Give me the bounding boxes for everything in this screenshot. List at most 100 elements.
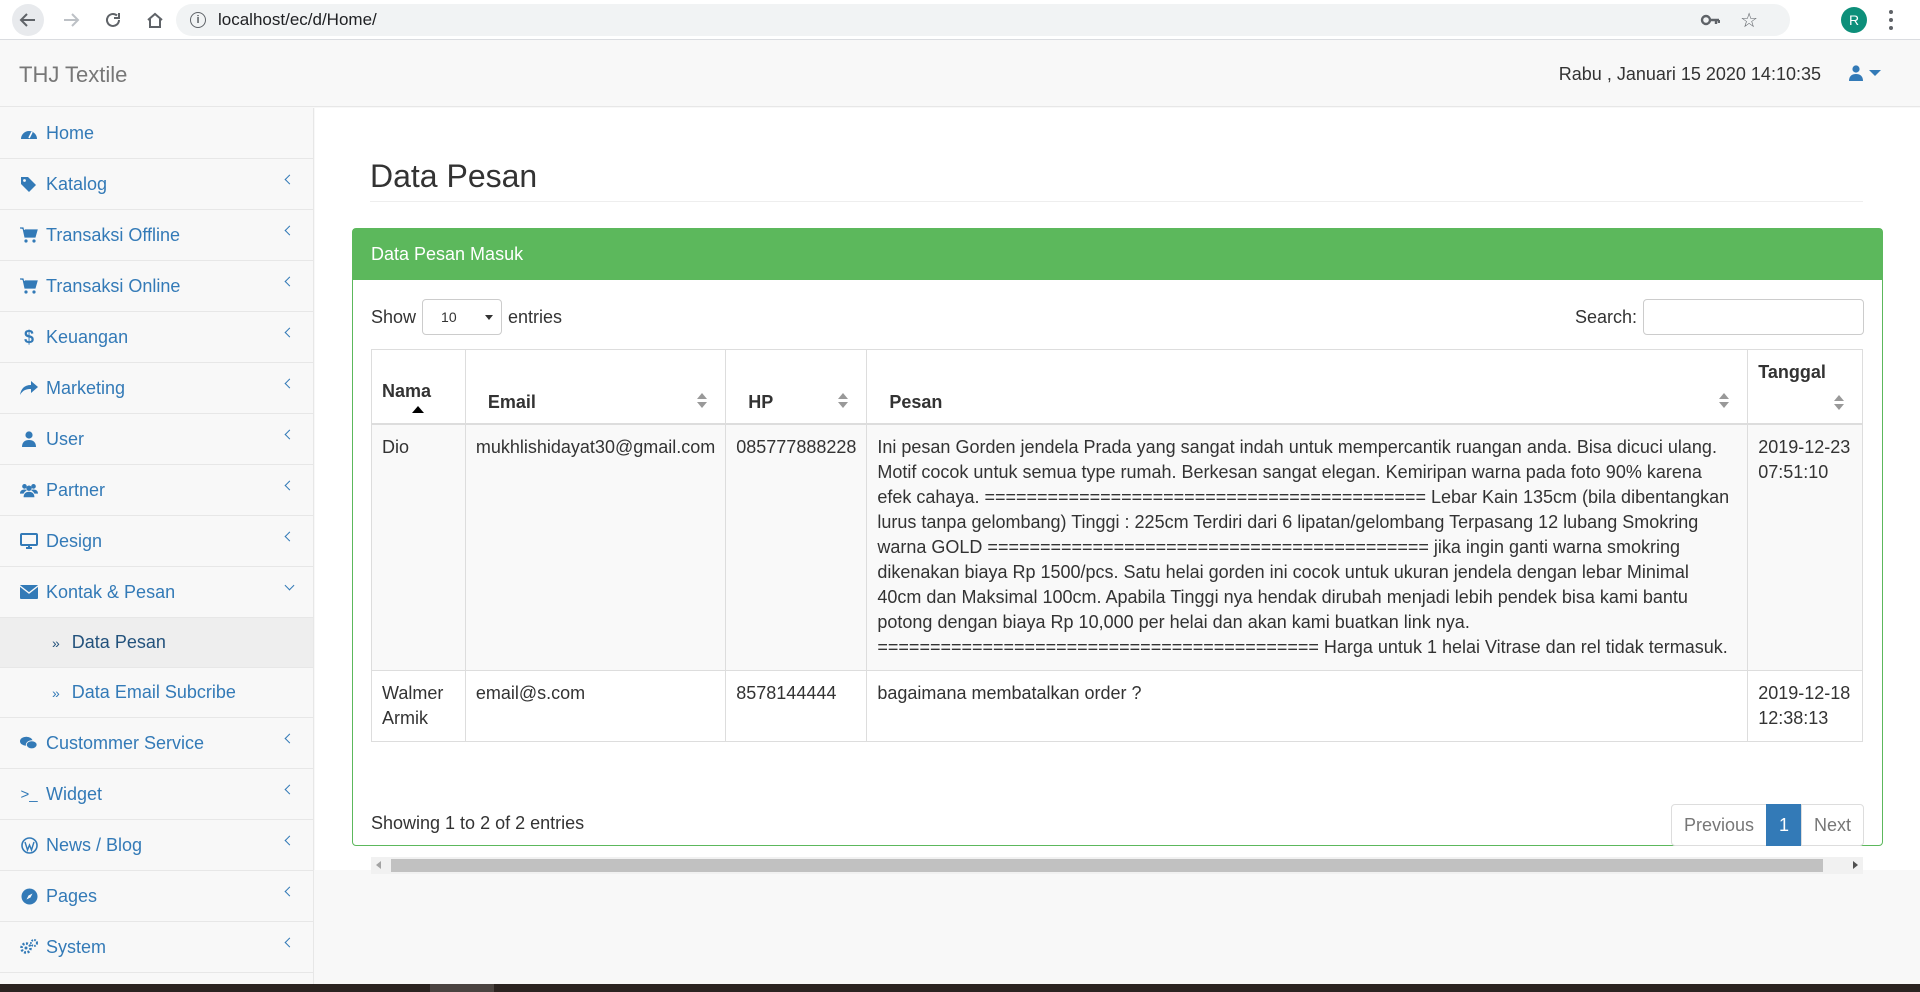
chevron-left-icon: [284, 327, 295, 338]
sidebar-item-keuangan[interactable]: $ Keuangan: [0, 312, 313, 363]
address-bar[interactable]: i localhost/ec/d/Home/ ☆: [176, 4, 1790, 36]
datetime-display: Rabu , Januari 15 2020 14:10:35: [1558, 64, 1821, 84]
dashboard-icon: [20, 124, 38, 142]
column-label: HP: [748, 391, 774, 412]
forward-icon[interactable]: [56, 5, 86, 35]
sidebar-item-news-blog[interactable]: News / Blog: [0, 820, 313, 871]
back-icon[interactable]: [12, 3, 44, 36]
sidebar-item-label: User: [46, 428, 85, 449]
sidebar-item-label: Transaksi Online: [46, 275, 181, 296]
sort-icon: [1719, 392, 1730, 409]
sidebar-item-transaksi-online[interactable]: Transaksi Online: [0, 261, 313, 312]
search-label: Search:: [1574, 306, 1637, 327]
entries-label: entries: [508, 306, 563, 327]
sidebar-item-label: Kontak & Pesan: [46, 581, 176, 602]
next-button[interactable]: Next: [1800, 804, 1864, 846]
taskbar-item[interactable]: [430, 984, 494, 992]
horizontal-scrollbar[interactable]: [371, 857, 1863, 874]
chevron-left-icon: [284, 378, 295, 389]
brand-title[interactable]: THJ Textile: [19, 62, 127, 88]
cell-pesan: bagaimana membatalkan order ?: [866, 669, 1749, 742]
double-chevron-right-icon: »: [52, 634, 60, 651]
sort-icon: [697, 392, 708, 409]
sidebar-item-label: Transaksi Offline: [46, 224, 181, 245]
column-header-hp[interactable]: HP: [725, 349, 868, 425]
sidebar-subitem-data-pesan[interactable]: » Data Pesan: [0, 618, 313, 668]
search-input[interactable]: [1643, 299, 1864, 335]
sidebar-item-home[interactable]: Home: [0, 108, 313, 159]
search-control: Search:: [1575, 299, 1864, 335]
sidebar-item-label: System: [46, 936, 107, 957]
chevron-left-icon: [284, 886, 295, 897]
sidebar-item-system[interactable]: System: [0, 922, 313, 973]
tags-icon: [20, 175, 38, 193]
table-header-row: Nama Email HP Pesan Tanggal: [371, 349, 1863, 425]
share-icon: [20, 379, 38, 397]
cell-email: mukhlishidayat30@gmail.com: [464, 423, 727, 671]
sidebar-item-widget[interactable]: >_ Widget: [0, 769, 313, 820]
chevron-left-icon: [284, 480, 295, 491]
user-dropdown[interactable]: [1849, 65, 1881, 81]
star-icon[interactable]: ☆: [1740, 8, 1758, 33]
previous-button[interactable]: Previous: [1670, 804, 1767, 846]
chevron-left-icon: [284, 174, 295, 185]
browser-toolbar: i localhost/ec/d/Home/ ☆ R: [0, 0, 1920, 40]
show-label: Show: [371, 306, 417, 327]
dollar-icon: $: [23, 326, 34, 347]
sidebar-item-transaksi-offline[interactable]: Transaksi Offline: [0, 210, 313, 261]
wordpress-icon: [20, 836, 38, 854]
sidebar-item-marketing[interactable]: Marketing: [0, 363, 313, 414]
sidebar-item-label: Partner: [46, 479, 106, 500]
scrollbar-thumb[interactable]: [391, 859, 1823, 872]
sidebar-item-label: Home: [46, 122, 95, 143]
cell-hp: 085777888228: [725, 423, 868, 671]
chevron-left-icon: [284, 225, 295, 236]
sort-icon: [1834, 394, 1844, 411]
desktop-icon: [20, 532, 38, 550]
profile-avatar[interactable]: R: [1841, 7, 1867, 33]
cell-tanggal: 2019-12-18 12:38:13: [1747, 669, 1863, 742]
reload-icon[interactable]: [98, 5, 128, 35]
chevron-left-icon: [284, 835, 295, 846]
users-icon: [20, 481, 38, 499]
home-icon[interactable]: [140, 5, 170, 35]
sidebar-item-label: Marketing: [46, 377, 126, 398]
sidebar-item-label: Custommer Service: [46, 732, 205, 753]
sidebar-subitem-data-email-subcribe[interactable]: » Data Email Subcribe: [0, 668, 313, 718]
sort-icon: [838, 392, 849, 409]
cart-icon: [20, 226, 38, 244]
sidebar-item-design[interactable]: Design: [0, 516, 313, 567]
scroll-left-icon[interactable]: [376, 861, 381, 869]
column-header-tanggal[interactable]: Tanggal: [1747, 349, 1863, 425]
sidebar-item-label: Design: [46, 530, 103, 551]
sidebar-item-katalog[interactable]: Katalog: [0, 159, 313, 210]
column-header-pesan[interactable]: Pesan: [866, 349, 1749, 425]
column-label: Nama: [382, 380, 432, 401]
info-icon[interactable]: i: [190, 12, 206, 28]
page-length-select[interactable]: 10: [422, 299, 503, 335]
url-text[interactable]: localhost/ec/d/Home/: [218, 10, 377, 30]
scroll-right-icon[interactable]: [1853, 861, 1858, 869]
sidebar-item-user[interactable]: User: [0, 414, 313, 465]
menu-icon[interactable]: [1888, 8, 1894, 32]
key-icon[interactable]: [1700, 10, 1721, 35]
sidebar-item-partner[interactable]: Partner: [0, 465, 313, 516]
cell-hp: 8578144444: [725, 669, 868, 742]
double-chevron-right-icon: »: [52, 684, 60, 701]
messages-panel: Data Pesan Masuk Show 10 entries Search:: [352, 228, 1883, 874]
sort-ascending-icon: [412, 405, 425, 413]
user-icon: [1849, 65, 1863, 81]
table-row: Walmer Armik email@s.com 8578144444 baga…: [371, 669, 1863, 742]
column-header-email[interactable]: Email: [464, 349, 727, 425]
column-header-nama[interactable]: Nama: [371, 349, 466, 425]
page-1-button[interactable]: 1: [1765, 804, 1802, 846]
sidebar-item-pages[interactable]: Pages: [0, 871, 313, 922]
cell-tanggal: 2019-12-23 07:51:10: [1747, 423, 1863, 671]
chevron-down-icon: [284, 580, 295, 591]
sidebar-item-kontak-pesan[interactable]: Kontak & Pesan: [0, 567, 313, 618]
sidebar-item-customer-service[interactable]: Custommer Service: [0, 718, 313, 769]
chevron-left-icon: [284, 276, 295, 287]
dropdown-arrow-icon: [485, 315, 494, 320]
chevron-left-icon: [284, 784, 295, 795]
table-row: Dio mukhlishidayat30@gmail.com 085777888…: [371, 423, 1863, 671]
